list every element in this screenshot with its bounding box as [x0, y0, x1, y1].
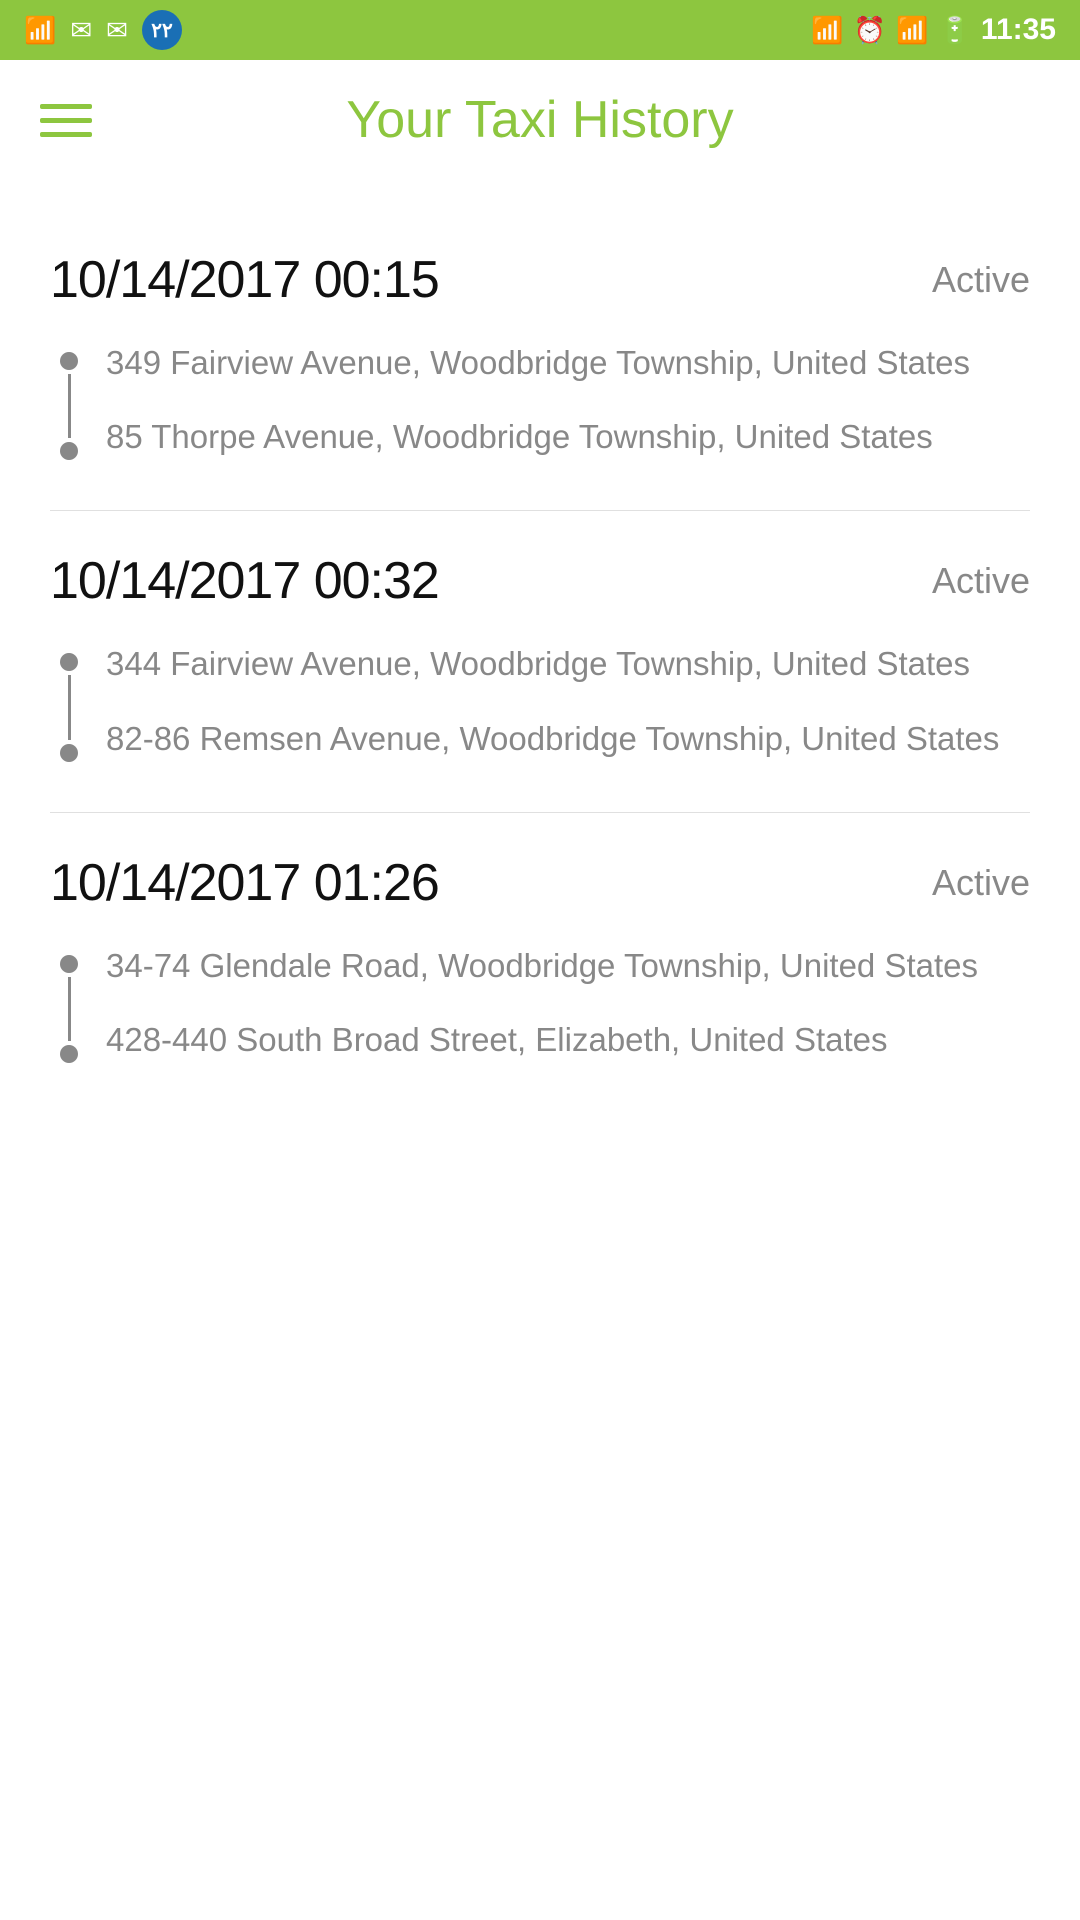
battery-icon: 🔋	[939, 17, 971, 43]
email-icon: ✉	[70, 17, 92, 43]
ride-route: 344 Fairview Avenue, Woodbridge Township…	[50, 641, 1030, 761]
origin-dot	[60, 955, 78, 973]
route-dots	[60, 641, 78, 761]
notification-badge: ٢٢	[142, 10, 182, 50]
route-line	[68, 675, 71, 739]
to-address: 85 Thorpe Avenue, Woodbridge Township, U…	[106, 414, 970, 460]
route-line	[68, 374, 71, 438]
destination-dot	[60, 1045, 78, 1063]
ride-route: 34-74 Glendale Road, Woodbridge Township…	[50, 943, 1030, 1063]
alarm-icon: ⏰	[854, 17, 886, 43]
route-dots	[60, 340, 78, 460]
from-address: 34-74 Glendale Road, Woodbridge Township…	[106, 943, 978, 989]
status-bar-right: 📶 ⏰ 📶 🔋 11:35	[811, 13, 1056, 47]
to-address: 428-440 South Broad Street, Elizabeth, U…	[106, 1017, 978, 1063]
route-dots	[60, 943, 78, 1063]
app-header: Your Taxi History	[0, 60, 1080, 180]
destination-dot	[60, 744, 78, 762]
ride-datetime: 10/14/2017 00:32	[50, 551, 439, 611]
page-title: Your Taxi History	[112, 90, 968, 150]
ride-header: 10/14/2017 01:26 Active	[50, 853, 1030, 913]
origin-dot	[60, 653, 78, 671]
ride-item[interactable]: 10/14/2017 00:32 Active 344 Fairview Ave…	[50, 511, 1030, 812]
bluetooth-icon: 📶	[811, 17, 843, 43]
to-address: 82-86 Remsen Avenue, Woodbridge Township…	[106, 716, 999, 762]
ride-status: Active	[932, 560, 1030, 602]
ride-history-list: 10/14/2017 00:15 Active 349 Fairview Ave…	[0, 180, 1080, 1173]
status-bar: 📶 ✉ ✉ ٢٢ 📶 ⏰ 📶 🔋 11:35	[0, 0, 1080, 60]
from-address: 349 Fairview Avenue, Woodbridge Township…	[106, 340, 970, 386]
route-addresses: 349 Fairview Avenue, Woodbridge Township…	[106, 340, 970, 460]
status-bar-left: 📶 ✉ ✉ ٢٢	[24, 10, 182, 50]
ride-item[interactable]: 10/14/2017 01:26 Active 34-74 Glendale R…	[50, 813, 1030, 1113]
menu-button[interactable]	[40, 104, 92, 137]
status-time: 11:35	[981, 13, 1056, 47]
ride-datetime: 10/14/2017 01:26	[50, 853, 439, 913]
route-addresses: 34-74 Glendale Road, Woodbridge Township…	[106, 943, 978, 1063]
route-addresses: 344 Fairview Avenue, Woodbridge Township…	[106, 641, 999, 761]
ride-datetime: 10/14/2017 00:15	[50, 250, 439, 310]
wifi-icon: 📶	[24, 17, 56, 43]
route-line	[68, 977, 71, 1041]
ride-status: Active	[932, 862, 1030, 904]
ride-status: Active	[932, 259, 1030, 301]
email-at-icon: ✉	[106, 17, 128, 43]
ride-header: 10/14/2017 00:32 Active	[50, 551, 1030, 611]
signal-icon: 📶	[896, 17, 928, 43]
ride-header: 10/14/2017 00:15 Active	[50, 250, 1030, 310]
ride-item[interactable]: 10/14/2017 00:15 Active 349 Fairview Ave…	[50, 210, 1030, 511]
from-address: 344 Fairview Avenue, Woodbridge Township…	[106, 641, 999, 687]
destination-dot	[60, 442, 78, 460]
origin-dot	[60, 352, 78, 370]
ride-route: 349 Fairview Avenue, Woodbridge Township…	[50, 340, 1030, 460]
